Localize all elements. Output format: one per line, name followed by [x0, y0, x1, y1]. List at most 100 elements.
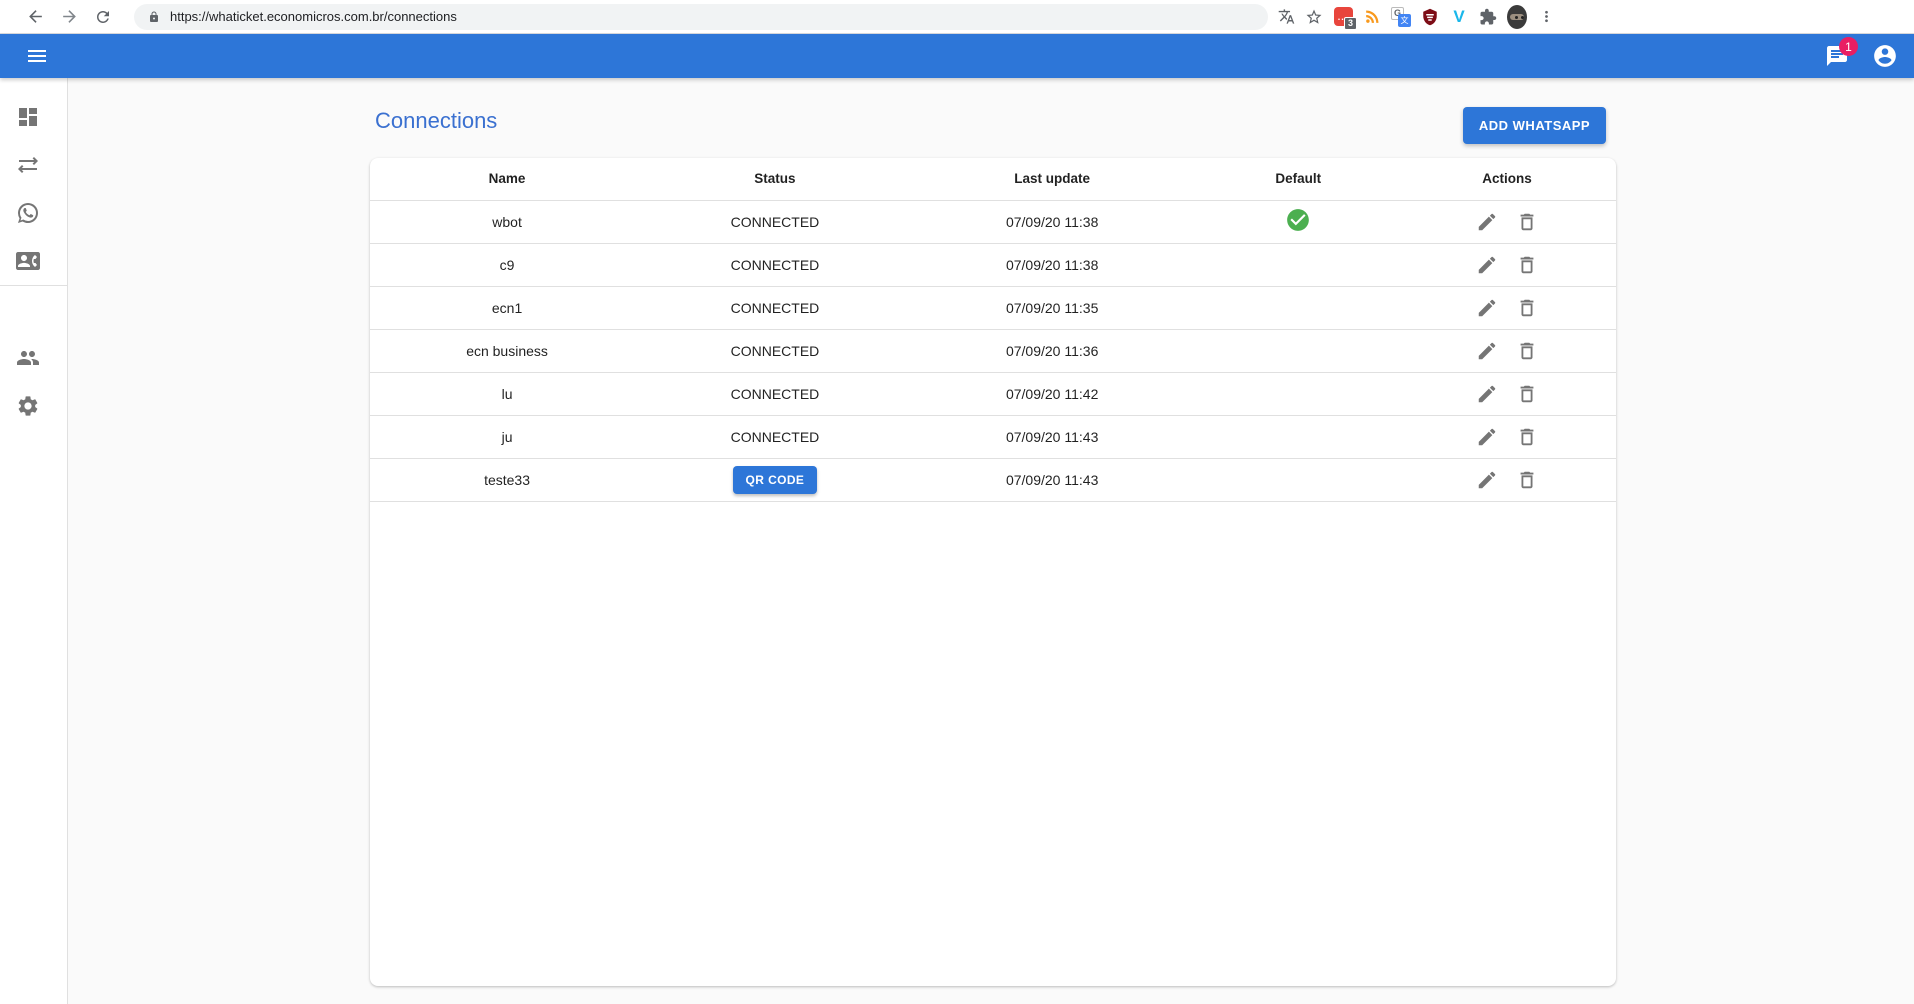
trash-icon	[1516, 383, 1538, 405]
table-row: c9 CONNECTED 07/09/20 11:38	[370, 243, 1616, 286]
trash-icon	[1516, 340, 1538, 362]
edit-button[interactable]	[1473, 423, 1501, 451]
status-text: CONNECTED	[731, 343, 820, 359]
cell-status: CONNECTED	[644, 372, 906, 415]
col-header-last-update: Last update	[906, 158, 1199, 200]
status-text: CONNECTED	[731, 386, 820, 402]
sidebar-item-contacts[interactable]	[0, 237, 67, 285]
sidebar-item-dashboard[interactable]	[0, 93, 67, 141]
edit-button[interactable]	[1473, 251, 1501, 279]
status-text: CONNECTED	[731, 300, 820, 316]
sidebar-item-users[interactable]	[0, 334, 67, 382]
cell-last-update: 07/09/20 11:35	[906, 286, 1199, 329]
reload-icon	[94, 8, 112, 26]
extension-badge: 3	[1344, 17, 1357, 30]
cell-last-update: 07/09/20 11:36	[906, 329, 1199, 372]
translate-extension-icon[interactable]: G 文	[1391, 7, 1411, 27]
delete-button[interactable]	[1513, 337, 1541, 365]
bookmark-star-icon[interactable]	[1305, 8, 1323, 26]
rss-extension-icon[interactable]	[1362, 7, 1382, 27]
notification-badge: 1	[1839, 37, 1858, 56]
cell-name: ecn business	[370, 329, 644, 372]
trash-icon	[1516, 254, 1538, 276]
messages-button[interactable]: 1	[1816, 35, 1858, 77]
delete-button[interactable]	[1513, 423, 1541, 451]
page: { "browser": { "url": "https://whaticket…	[0, 0, 1914, 1004]
hamburger-menu-icon	[25, 44, 49, 68]
vimeo-extension-icon[interactable]: V	[1449, 7, 1469, 27]
cell-last-update: 07/09/20 11:38	[906, 200, 1199, 243]
reload-button[interactable]	[86, 2, 120, 32]
edit-button[interactable]	[1473, 466, 1501, 494]
edit-button[interactable]	[1473, 294, 1501, 322]
table-header-row: Name Status Last update Default Actions	[370, 158, 1616, 200]
edit-pencil-icon	[1476, 254, 1498, 276]
edit-button[interactable]	[1473, 380, 1501, 408]
cell-name: teste33	[370, 458, 644, 501]
account-button[interactable]	[1864, 35, 1906, 77]
cell-last-update: 07/09/20 11:43	[906, 458, 1199, 501]
main-content: Connections ADD WHATSAPP Name Status Las…	[69, 78, 1914, 1004]
sidebar-item-tickets[interactable]	[0, 141, 67, 189]
cell-last-update: 07/09/20 11:43	[906, 415, 1199, 458]
extensions-puzzle-icon[interactable]	[1478, 7, 1498, 27]
table-row: lu CONNECTED 07/09/20 11:42	[370, 372, 1616, 415]
col-header-actions: Actions	[1398, 158, 1616, 200]
sidebar-item-connections[interactable]	[0, 189, 67, 237]
cell-actions	[1398, 458, 1616, 501]
cell-actions	[1398, 200, 1616, 243]
cell-default	[1199, 372, 1398, 415]
browser-toolbar: https://whaticket.economicros.com.br/con…	[0, 0, 1914, 34]
url-text[interactable]: https://whaticket.economicros.com.br/con…	[170, 9, 457, 24]
sidebar-spacer	[0, 286, 67, 334]
account-circle-icon	[1872, 43, 1898, 69]
edit-pencil-icon	[1476, 383, 1498, 405]
cell-name: c9	[370, 243, 644, 286]
connections-table: Name Status Last update Default Actions …	[370, 158, 1616, 502]
back-button[interactable]	[18, 2, 52, 32]
edit-button[interactable]	[1473, 208, 1501, 236]
edit-pencil-icon	[1476, 469, 1498, 491]
trash-icon	[1516, 297, 1538, 319]
edit-pencil-icon	[1476, 297, 1498, 319]
edit-button[interactable]	[1473, 337, 1501, 365]
translate-page-icon[interactable]	[1278, 8, 1295, 25]
delete-button[interactable]	[1513, 294, 1541, 322]
menu-button[interactable]	[16, 35, 58, 77]
trash-icon	[1516, 426, 1538, 448]
cell-default	[1199, 286, 1398, 329]
delete-button[interactable]	[1513, 466, 1541, 494]
delete-button[interactable]	[1513, 251, 1541, 279]
whatsapp-icon	[16, 201, 40, 225]
cell-actions	[1398, 243, 1616, 286]
cell-status: CONNECTED	[644, 329, 906, 372]
table-body: wbot CONNECTED 07/09/20 11:38 c9 CONNECT…	[370, 200, 1616, 501]
red-extension-icon[interactable]: ... 3	[1333, 7, 1353, 27]
table-row: teste33 QR CODE 07/09/20 11:43	[370, 458, 1616, 501]
cell-default	[1199, 415, 1398, 458]
delete-button[interactable]	[1513, 208, 1541, 236]
table-row: ju CONNECTED 07/09/20 11:43	[370, 415, 1616, 458]
page-title: Connections	[375, 108, 497, 134]
lock-icon	[148, 11, 160, 23]
edit-pencil-icon	[1476, 426, 1498, 448]
browser-menu-kebab-icon[interactable]	[1536, 7, 1556, 27]
forward-button[interactable]	[52, 2, 86, 32]
browser-profile-avatar[interactable]	[1507, 7, 1527, 27]
address-bar[interactable]: https://whaticket.economicros.com.br/con…	[134, 4, 1268, 30]
add-whatsapp-button[interactable]: ADD WHATSAPP	[1463, 107, 1606, 144]
qr-code-button[interactable]: QR CODE	[733, 466, 818, 494]
sidebar-item-settings[interactable]	[0, 382, 67, 430]
cell-actions	[1398, 415, 1616, 458]
forward-icon	[60, 7, 79, 26]
status-text: CONNECTED	[731, 214, 820, 230]
ublock-extension-icon[interactable]	[1420, 7, 1440, 27]
cell-name: ju	[370, 415, 644, 458]
cell-default	[1199, 200, 1398, 243]
swap-arrows-icon	[16, 153, 40, 177]
edit-pencil-icon	[1476, 340, 1498, 362]
settings-gear-icon	[16, 394, 40, 418]
delete-button[interactable]	[1513, 380, 1541, 408]
col-header-name: Name	[370, 158, 644, 200]
edit-pencil-icon	[1476, 211, 1498, 233]
